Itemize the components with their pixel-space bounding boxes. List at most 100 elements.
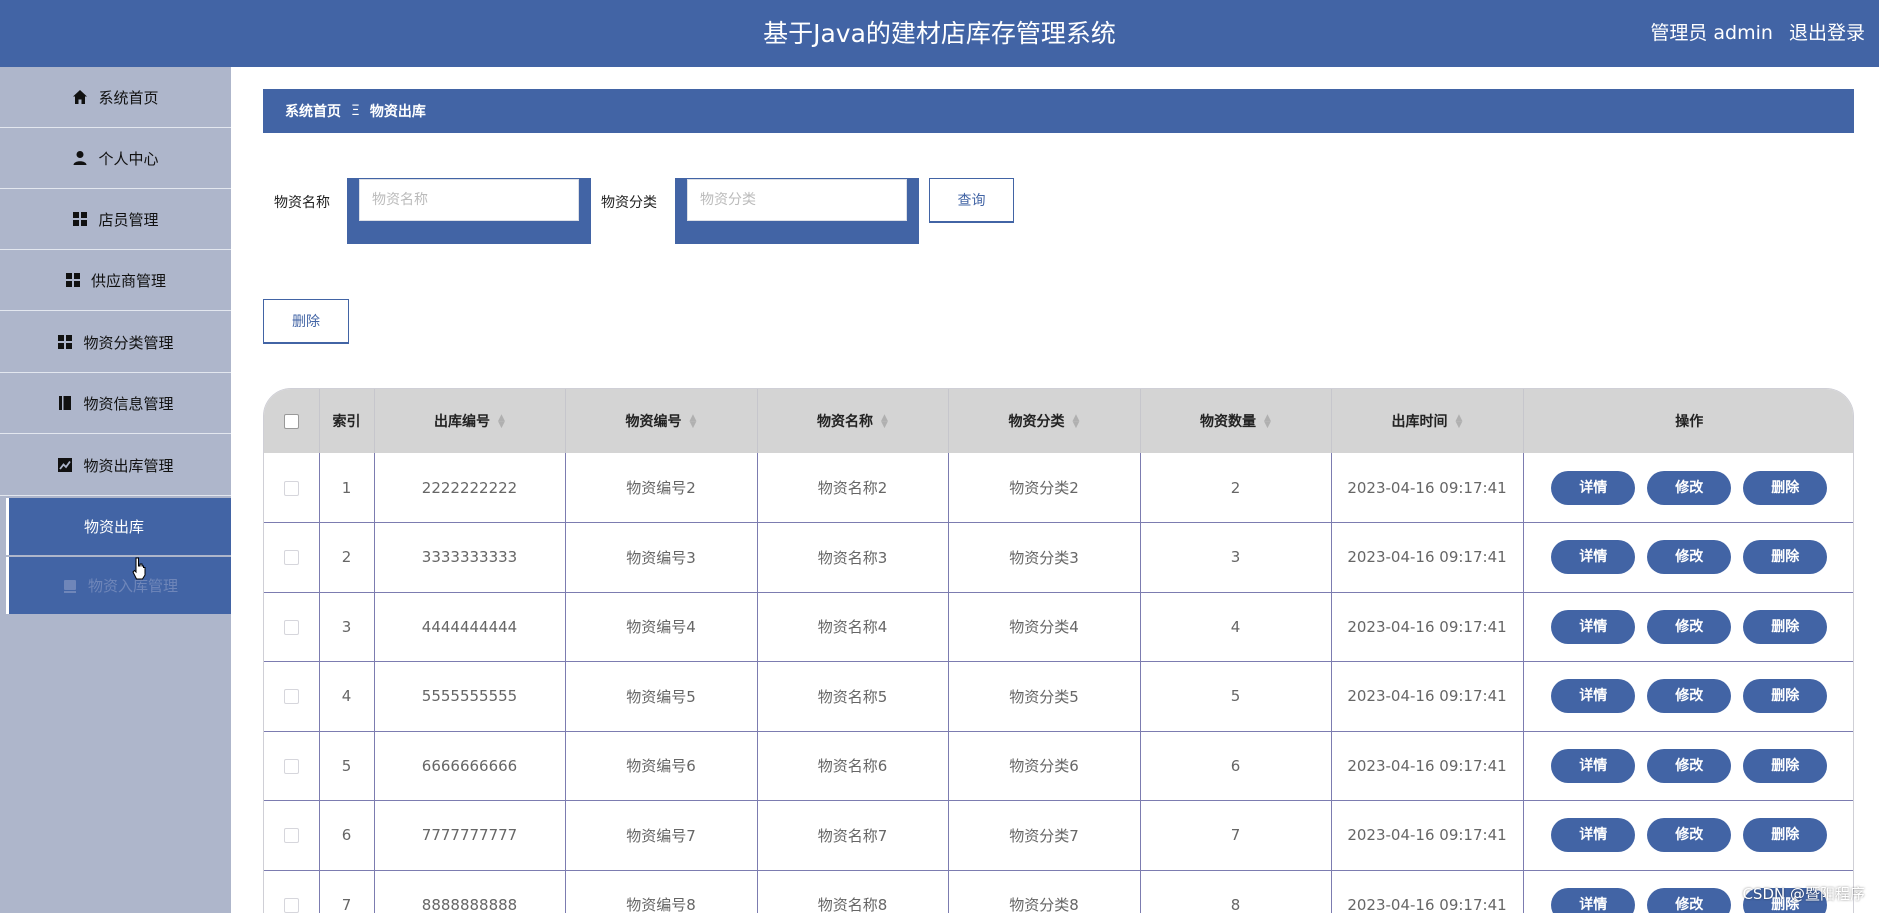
column-header[interactable]: 物资数量 ▲ ▼ <box>1140 389 1332 453</box>
edit-button[interactable]: 修改 <box>1647 470 1732 505</box>
edit-button[interactable]: 修改 <box>1647 679 1732 714</box>
table-cell: 6 <box>319 800 375 871</box>
material-category-input[interactable] <box>687 179 907 221</box>
outbound-table: 索引 出库编号 ▲ ▼ 物资编号 ▲ ▼ 物资名称 ▲ ▼ 物资分类 ▲ ▼ 物资数量 ▲ ▼ 出库… <box>263 388 1854 913</box>
column-header[interactable]: 出库编号 ▲ ▼ <box>374 389 566 453</box>
sidebar-item-label: 物资出库管理 <box>83 456 174 475</box>
table-cell: 6 <box>1140 731 1332 801</box>
user-box: 管理员 admin 退出登录 <box>1640 0 1865 67</box>
table-cell: 2023-04-16 09:17:41 <box>1331 592 1524 662</box>
row-actions-cell: 详情 修改 删除 <box>1523 661 1853 732</box>
sidebar-item-label: 物资信息管理 <box>83 394 174 413</box>
sort-icon[interactable]: ▲ ▼ <box>498 414 505 430</box>
sort-icon[interactable]: ▲ ▼ <box>1456 414 1463 430</box>
row-checkbox[interactable] <box>283 619 299 635</box>
detail-button[interactable]: 详情 <box>1551 887 1636 913</box>
sort-icon[interactable]: ▲ ▼ <box>881 414 888 430</box>
sidebar-item-category[interactable]: 物资分类管理 <box>0 312 231 373</box>
row-checkbox[interactable] <box>283 550 299 566</box>
detail-button[interactable]: 详情 <box>1551 679 1636 714</box>
table-cell: 4 <box>1140 592 1332 662</box>
table-cell: 物资分类6 <box>948 731 1141 801</box>
table-cell: 物资编号3 <box>565 522 758 593</box>
table-cell: 2023-04-16 09:17:41 <box>1331 661 1524 732</box>
edit-button[interactable]: 修改 <box>1647 540 1732 575</box>
breadcrumb-home[interactable]: 系统首页 <box>285 101 341 121</box>
table-cell: 物资编号2 <box>565 453 758 523</box>
query-button[interactable]: 查询 <box>929 178 1014 223</box>
detail-button[interactable]: 详情 <box>1551 540 1636 575</box>
table-cell: 2 <box>1140 453 1332 523</box>
table-cell: 2023-04-16 09:17:41 <box>1331 522 1524 593</box>
select-all-checkbox[interactable] <box>283 413 299 429</box>
batch-delete-button[interactable]: 删除 <box>263 299 349 344</box>
delete-button[interactable]: 删除 <box>1743 748 1828 783</box>
edit-button[interactable]: 修改 <box>1647 609 1732 644</box>
row-actions-cell: 详情 修改 删除 <box>1523 800 1853 871</box>
column-header[interactable]: 物资名称 ▲ ▼ <box>757 389 949 453</box>
logout-link[interactable]: 退出登录 <box>1789 22 1865 44</box>
sidebar-item-material-info[interactable]: 物资信息管理 <box>0 373 231 434</box>
watermark: CSDN @暨阳程序 <box>1742 885 1865 903</box>
user-label: 管理员 admin <box>1650 22 1773 44</box>
sidebar-subitem-outbound[interactable]: 物资出库 <box>6 498 231 555</box>
row-checkbox[interactable] <box>283 828 299 844</box>
row-select-cell <box>264 800 320 871</box>
edit-button[interactable]: 修改 <box>1647 887 1732 913</box>
delete-button[interactable]: 删除 <box>1743 470 1828 505</box>
column-header[interactable]: 物资编号 ▲ ▼ <box>565 389 758 453</box>
table-row: 5 6666666666 物资编号6 物资名称6 物资分类6 6 2023-04-16 09… <box>264 731 1853 801</box>
sort-icon[interactable]: ▲ ▼ <box>1073 414 1080 430</box>
table-cell: 物资名称5 <box>757 661 949 732</box>
table-cell: 物资分类8 <box>948 870 1141 913</box>
sidebar-item-label: 物资分类管理 <box>83 333 174 352</box>
delete-button[interactable]: 删除 <box>1743 679 1828 714</box>
row-checkbox[interactable] <box>283 897 299 913</box>
delete-button[interactable]: 删除 <box>1743 540 1828 575</box>
sort-icon[interactable]: ▲ ▼ <box>1264 414 1271 430</box>
detail-button[interactable]: 详情 <box>1551 818 1636 853</box>
table-cell: 7 <box>319 870 375 913</box>
column-header[interactable]: 出库时间 ▲ ▼ <box>1331 389 1524 453</box>
table-row: 1 2222222222 物资编号2 物资名称2 物资分类2 2 2023-04-16 09… <box>264 453 1853 523</box>
row-select-cell <box>264 592 320 662</box>
detail-button[interactable]: 详情 <box>1551 470 1636 505</box>
sidebar-item-staff[interactable]: 店员管理 <box>0 189 231 250</box>
table-cell: 物资分类3 <box>948 522 1141 593</box>
table-cell: 8888888888 <box>374 870 566 913</box>
table-row: 6 7777777777 物资编号7 物资名称7 物资分类7 7 2023-04-16 09… <box>264 800 1853 871</box>
delete-button[interactable]: 删除 <box>1743 609 1828 644</box>
sidebar-item-home[interactable]: 系统首页 <box>0 67 231 128</box>
edit-button[interactable]: 修改 <box>1647 748 1732 783</box>
sidebar-item-label: 店员管理 <box>98 210 159 229</box>
table-cell: 3 <box>1140 522 1332 593</box>
sidebar-item-profile[interactable]: 个人中心 <box>0 128 231 189</box>
sidebar-item-outbound-mgmt[interactable]: 物资出库管理 <box>0 435 231 496</box>
sort-icon[interactable]: ▲ ▼ <box>690 414 697 430</box>
sidebar-item-label: 系统首页 <box>98 88 159 107</box>
table-row: 2 3333333333 物资编号3 物资名称3 物资分类3 3 2023-04-16 09… <box>264 522 1853 593</box>
row-checkbox[interactable] <box>283 480 299 496</box>
column-header: 索引 <box>319 389 375 453</box>
table-header-row: 索引 出库编号 ▲ ▼ 物资编号 ▲ ▼ 物资名称 ▲ ▼ 物资分类 ▲ ▼ 物资数量 ▲ ▼ 出库… <box>264 389 1853 453</box>
edit-button[interactable]: 修改 <box>1647 818 1732 853</box>
delete-button[interactable]: 删除 <box>1743 818 1828 853</box>
row-actions-cell: 详情 修改 删除 <box>1523 453 1853 523</box>
sidebar-item-inbound-mgmt[interactable]: 物资入库管理 <box>6 557 231 614</box>
sidebar-item-label: 个人中心 <box>98 149 159 168</box>
sidebar-item-supplier[interactable]: 供应商管理 <box>0 250 231 311</box>
row-checkbox[interactable] <box>283 689 299 705</box>
row-actions-cell: 详情 修改 删除 <box>1523 592 1853 662</box>
detail-button[interactable]: 详情 <box>1551 748 1636 783</box>
table-cell: 2023-04-16 09:17:41 <box>1331 731 1524 801</box>
row-checkbox[interactable] <box>283 758 299 774</box>
row-actions-cell: 详情 修改 删除 <box>1523 731 1853 801</box>
table-cell: 8 <box>1140 870 1332 913</box>
column-header[interactable]: 物资分类 ▲ ▼ <box>948 389 1141 453</box>
detail-button[interactable]: 详情 <box>1551 609 1636 644</box>
app-title: 基于Java的建材店库存管理系统 <box>763 19 1116 48</box>
material-name-input[interactable] <box>359 179 579 221</box>
table-cell: 4444444444 <box>374 592 566 662</box>
table-cell: 2023-04-16 09:17:41 <box>1331 870 1524 913</box>
top-header: 基于Java的建材店库存管理系统 管理员 admin 退出登录 <box>0 0 1879 67</box>
